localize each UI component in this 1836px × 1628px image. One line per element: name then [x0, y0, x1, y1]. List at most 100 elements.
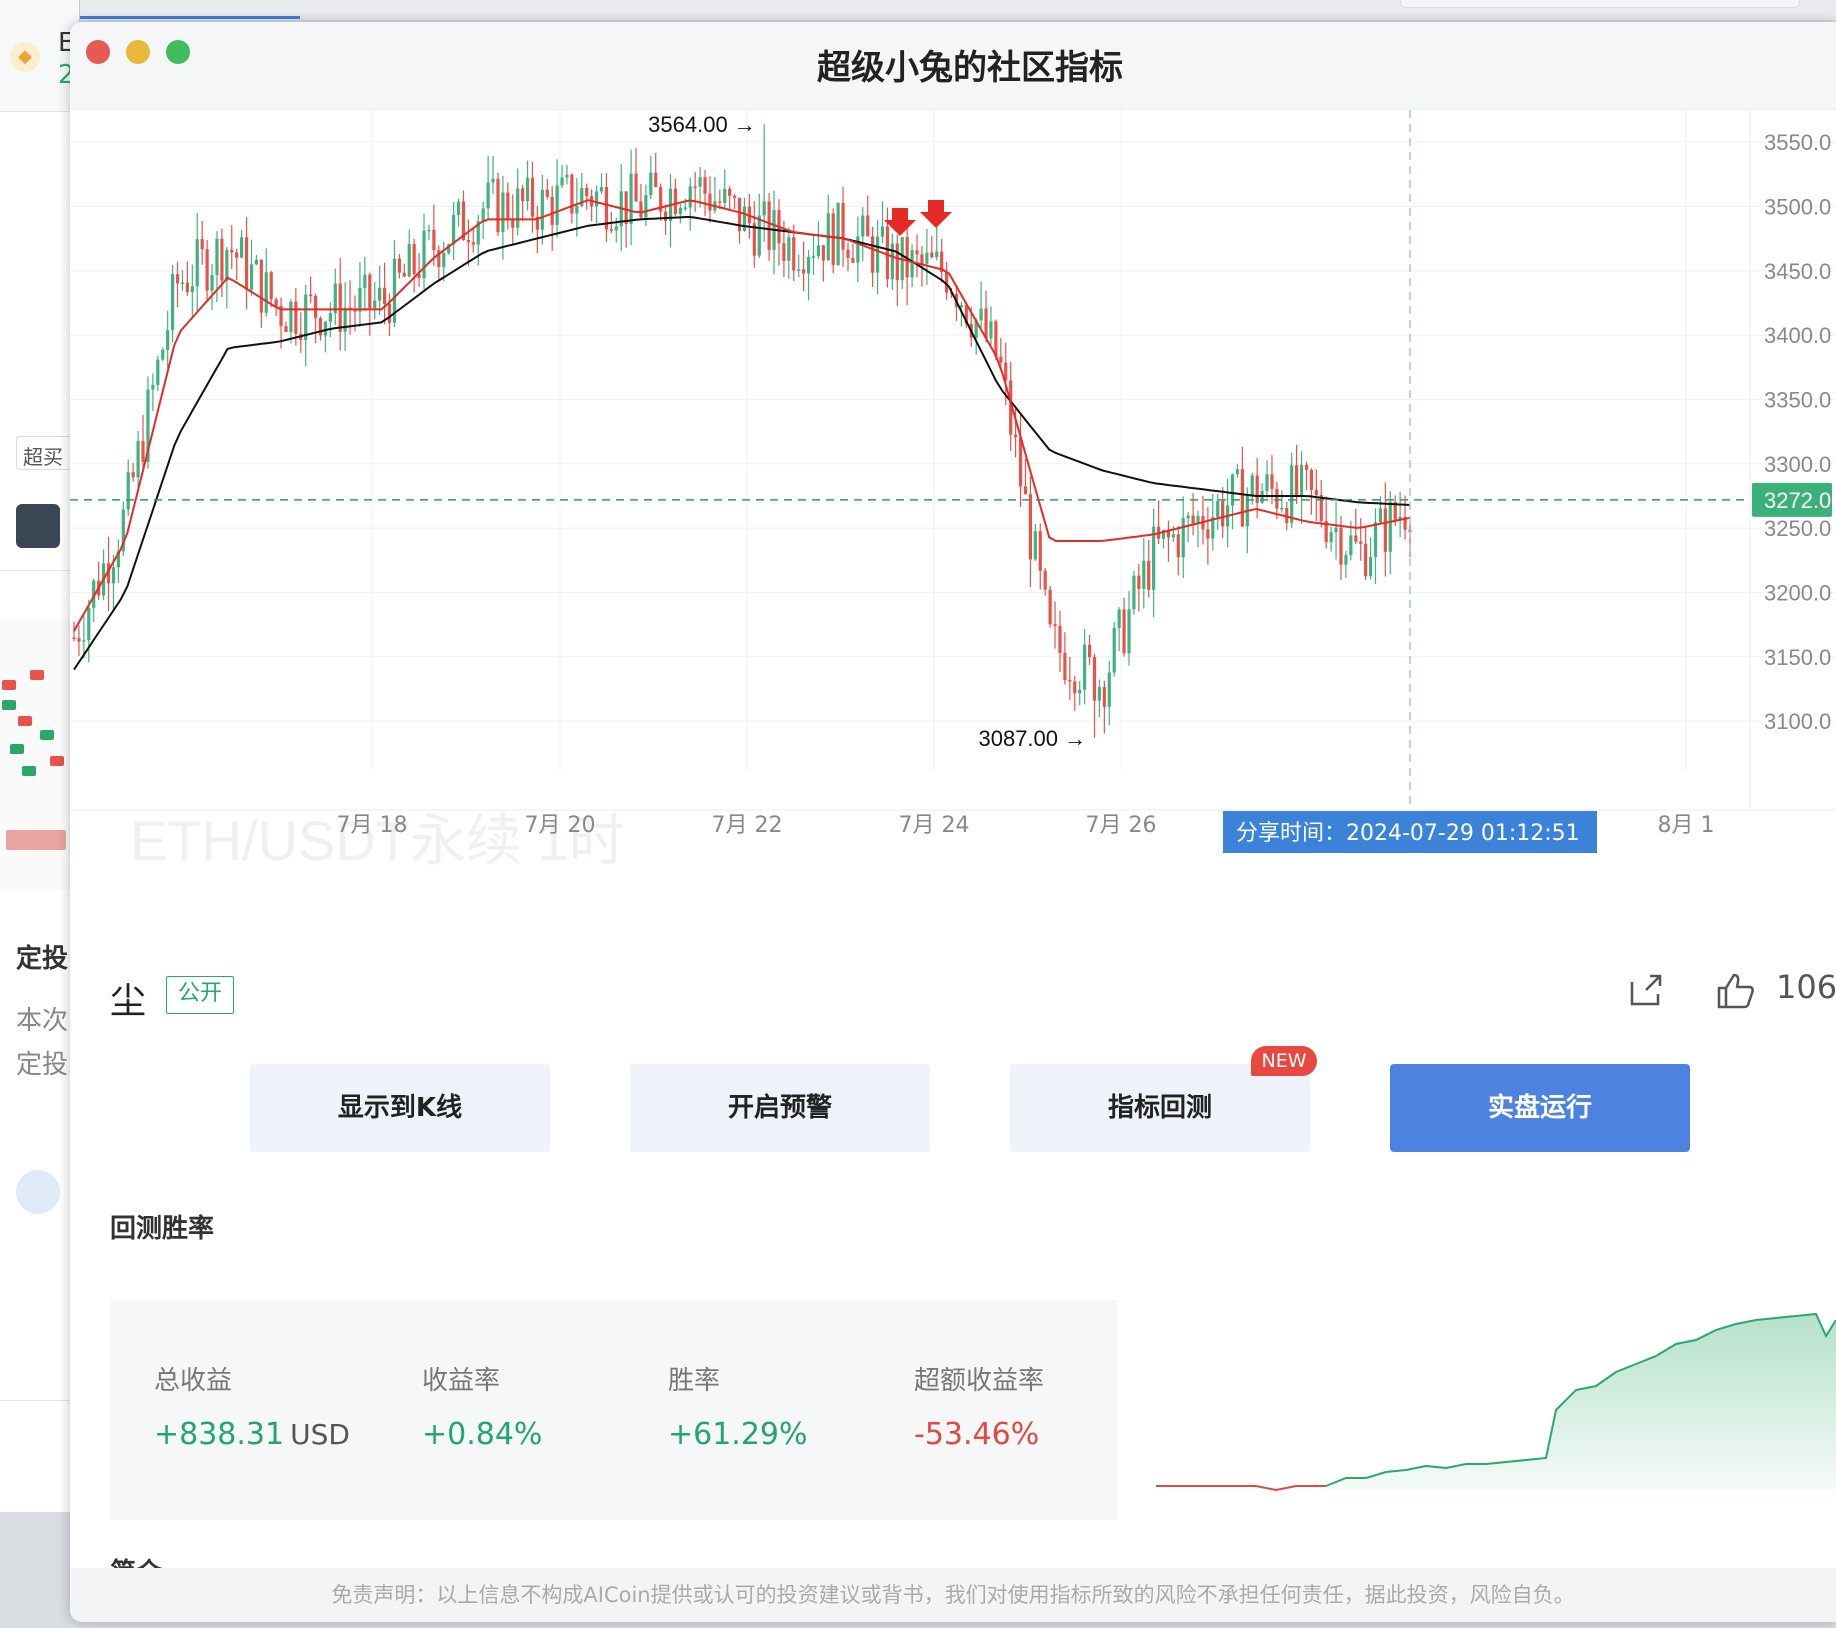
candle-body [1359, 541, 1363, 544]
candle-body [629, 173, 633, 224]
candle-body [1344, 555, 1348, 565]
candle-body [703, 177, 707, 194]
candle-body [313, 295, 318, 319]
candle-body [1122, 609, 1126, 654]
candle-body [151, 384, 155, 390]
candle-body [1255, 475, 1259, 503]
candle-body [235, 252, 239, 258]
candle-body [555, 185, 559, 225]
candle-body [373, 300, 377, 309]
stat-unit: USD [290, 1418, 350, 1451]
candle-body [1290, 465, 1294, 523]
candle-body [560, 177, 564, 186]
candle-body [407, 244, 411, 277]
background-chip[interactable]: 超买 [16, 436, 76, 470]
candle-body [782, 243, 786, 261]
candle-body [363, 274, 367, 288]
candle-body [1152, 526, 1156, 590]
candle-body [274, 299, 278, 306]
candle-body [230, 249, 234, 253]
background-search-box[interactable] [1400, 0, 1800, 8]
background-section-label: 定投 [16, 944, 69, 974]
candle-body [1250, 475, 1254, 496]
candle-body [821, 245, 825, 261]
y-tick-label: 3550.0 [1764, 130, 1831, 155]
candle-body [82, 640, 86, 642]
candle-body [1186, 515, 1190, 519]
candle-body [866, 215, 870, 237]
candle-body [1073, 681, 1077, 694]
candle-body [195, 239, 199, 287]
candle-body [175, 274, 180, 284]
candle-body [511, 220, 515, 228]
candle-body [491, 178, 495, 183]
candle-body [565, 174, 569, 178]
enable-alert-button[interactable]: 开启预警 [630, 1064, 930, 1152]
stat-excess-return: 超额收益率 -53.46% [914, 1360, 1044, 1452]
candle-body [304, 294, 308, 341]
share-icon[interactable] [1628, 972, 1664, 1008]
kline-chart[interactable]: ETH/USDT永续 1时 3550.0 3500.0 3450.0 3400.0 33… [70, 110, 1836, 940]
candle-body [343, 307, 347, 332]
candle-body [1028, 494, 1032, 560]
y-tick-label: 3500.0 [1764, 194, 1831, 219]
candle-body [136, 441, 140, 478]
background-desc-1: 本次 [16, 1006, 69, 1036]
candle-body [284, 326, 288, 333]
stat-return-rate: 收益率 +0.84% [422, 1360, 542, 1452]
candle-body [486, 182, 490, 209]
candle-body [831, 213, 835, 266]
live-run-button[interactable]: 实盘运行 [1390, 1064, 1690, 1152]
candle-body [1181, 518, 1185, 558]
background-tab-strip [80, 0, 1836, 20]
candle-body [1043, 570, 1047, 590]
disclaimer: 免责声明：以上信息不构成AICoin提供或认可的投资建议或背书，我们对使用指标所… [70, 1568, 1836, 1622]
candle-body [723, 188, 727, 203]
sell-signal-arrow [920, 200, 952, 228]
candle-body [210, 274, 214, 291]
candle-body [851, 257, 855, 263]
candle-body [131, 472, 135, 478]
candle-body [698, 177, 702, 187]
candle-body [1270, 474, 1274, 489]
candle-body [1299, 464, 1304, 497]
candle-body [624, 191, 628, 224]
ma-slow-line [73, 215, 1411, 671]
candle-body [1221, 500, 1225, 527]
candle-body [225, 249, 229, 281]
candle-body [575, 205, 579, 214]
like-count: 106 [1776, 968, 1836, 1006]
candle-body [170, 274, 175, 331]
candle-body [289, 301, 293, 333]
candle-body [767, 201, 771, 250]
candle-body [259, 259, 263, 313]
backtest-button[interactable]: 指标回测 [1010, 1064, 1310, 1152]
x-tick-label: 7月 20 [525, 813, 596, 838]
show-on-kline-button[interactable]: 显示到K线 [250, 1064, 550, 1152]
candle-body [910, 250, 914, 278]
background-mini-chart [0, 620, 79, 890]
author-name[interactable]: 尘 [110, 972, 146, 1024]
candle-body [570, 174, 574, 214]
candle-body [244, 237, 249, 290]
candle-body [432, 229, 436, 251]
y-tick-label: 3250.0 [1764, 516, 1831, 541]
candle-body [456, 201, 461, 216]
candle-body [220, 238, 224, 281]
candle-body [1383, 508, 1387, 552]
candle-body [1018, 437, 1023, 487]
candle-body [501, 192, 505, 233]
y-tick-label: 3450.0 [1764, 259, 1831, 284]
chart-high-label: 3564.00 → [648, 112, 756, 137]
candle-body [979, 308, 983, 321]
candle-body [762, 201, 766, 216]
candle-body [594, 191, 599, 207]
stat-value: +61.29% [668, 1417, 808, 1452]
thumb-up-icon[interactable] [1716, 972, 1756, 1010]
candle-body [1058, 625, 1062, 653]
candle-body [585, 188, 589, 197]
candle-body [1364, 543, 1368, 577]
candle-body [540, 189, 544, 230]
avatar[interactable] [16, 1170, 60, 1214]
avatar[interactable] [16, 504, 60, 548]
